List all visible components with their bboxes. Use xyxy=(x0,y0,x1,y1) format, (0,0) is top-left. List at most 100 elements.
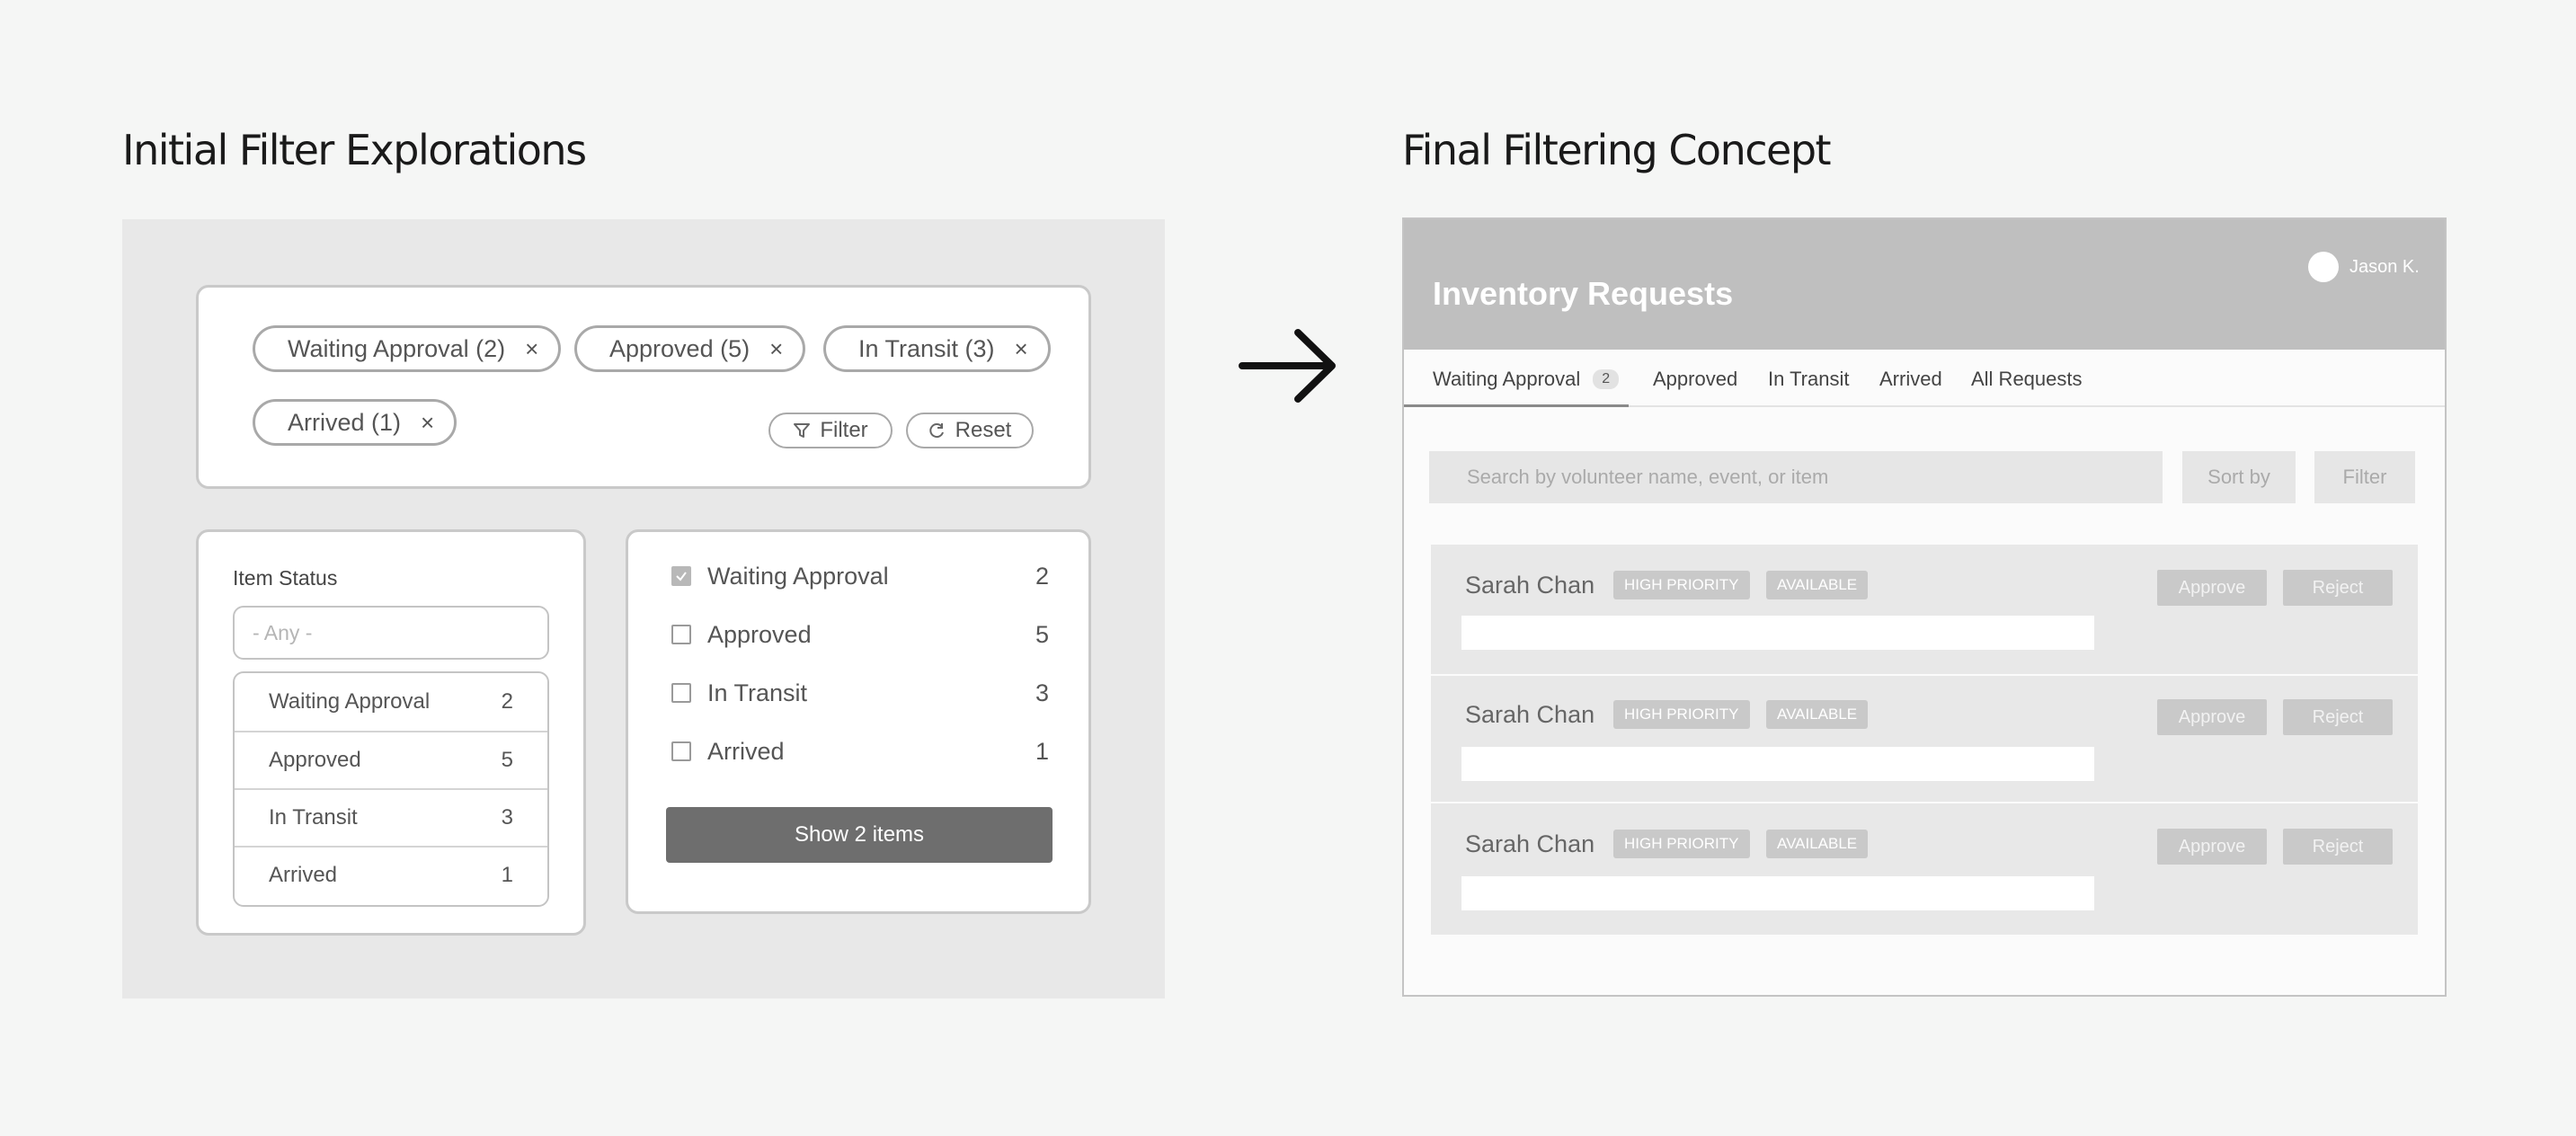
reset-icon xyxy=(928,423,944,439)
approve-button[interactable]: Approve xyxy=(2157,699,2267,735)
checkbox[interactable] xyxy=(671,683,691,703)
request-details-field xyxy=(1461,616,2094,650)
show-items-button[interactable]: Show 2 items xyxy=(666,807,1053,863)
checkbox-label: Arrived xyxy=(707,737,785,765)
checkbox-option[interactable]: Approved 5 xyxy=(671,617,1049,652)
checkbox-filter-card: Waiting Approval 2 Approved 5 In Transit… xyxy=(626,529,1091,914)
filter-button-label: Filter xyxy=(820,418,868,442)
reject-button[interactable]: Reject xyxy=(2283,829,2393,865)
tab-waiting-approval[interactable]: Waiting Approval 2 xyxy=(1433,368,1620,391)
reset-button[interactable]: Reset xyxy=(906,413,1034,448)
final-concept-panel: Inventory Requests Jason K. Waiting Appr… xyxy=(1402,217,2447,997)
requester-name: Sarah Chan xyxy=(1465,701,1595,728)
checkbox-option[interactable]: Arrived 1 xyxy=(671,733,1049,769)
request-row: Sarah Chan HIGH PRIORITY AVAILABLE Appro… xyxy=(1431,803,2418,935)
dropdown-option[interactable]: Arrived 1 xyxy=(235,846,547,903)
close-icon[interactable]: × xyxy=(421,409,434,437)
dropdown-option[interactable]: In Transit 3 xyxy=(235,788,547,846)
app-header: Inventory Requests Jason K. xyxy=(1404,219,2445,350)
chip-label: Waiting Approval (2) xyxy=(288,334,506,362)
select-placeholder: - Any - xyxy=(253,620,313,644)
search-input[interactable]: Search by volunteer name, event, or item xyxy=(1429,451,2163,503)
priority-tag: HIGH PRIORITY xyxy=(1613,700,1750,729)
checkbox-label: Approved xyxy=(707,620,812,648)
approve-button[interactable]: Approve xyxy=(2157,570,2267,606)
right-section-heading: Final Filtering Concept xyxy=(1402,126,1832,174)
priority-tag: HIGH PRIORITY xyxy=(1613,571,1750,599)
item-status-select[interactable]: - Any - xyxy=(233,606,549,660)
request-details-field xyxy=(1461,876,2094,910)
tab-label: Waiting Approval xyxy=(1433,368,1581,390)
checkbox-option[interactable]: In Transit 3 xyxy=(671,675,1049,711)
filter-explorations-panel: Waiting Approval (2) × Approved (5) × In… xyxy=(122,219,1165,998)
close-icon[interactable]: × xyxy=(769,335,783,363)
dropdown-option[interactable]: Waiting Approval 2 xyxy=(235,673,547,731)
checkbox-count: 2 xyxy=(1035,562,1049,590)
dropdown-option[interactable]: Approved 5 xyxy=(235,731,547,788)
filter-chip-in-transit[interactable]: In Transit (3) × xyxy=(823,325,1051,372)
reject-button[interactable]: Reject xyxy=(2283,570,2393,606)
checkbox-label: Waiting Approval xyxy=(707,562,889,590)
tab-label: All Requests xyxy=(1971,368,2083,390)
tab-divider xyxy=(1629,405,2445,407)
active-tab-indicator xyxy=(1404,404,1629,407)
request-row: Sarah Chan HIGH PRIORITY AVAILABLE Appro… xyxy=(1431,545,2418,674)
reject-button[interactable]: Reject xyxy=(2283,699,2393,735)
checkbox-count: 1 xyxy=(1035,737,1049,765)
sort-by-button[interactable]: Sort by xyxy=(2182,451,2296,503)
tab-approved[interactable]: Approved xyxy=(1653,368,1737,391)
avatar[interactable] xyxy=(2308,252,2339,282)
option-count: 1 xyxy=(501,863,513,887)
reset-button-label: Reset xyxy=(955,418,1012,442)
left-section-heading: Initial Filter Explorations xyxy=(122,126,587,174)
option-count: 5 xyxy=(501,748,513,772)
checkbox-label: In Transit xyxy=(707,679,808,706)
tab-arrived[interactable]: Arrived xyxy=(1879,368,1942,391)
availability-tag: AVAILABLE xyxy=(1766,571,1869,599)
priority-tag: HIGH PRIORITY xyxy=(1613,830,1750,858)
filter-button[interactable]: Filter xyxy=(2314,451,2415,503)
availability-tag: AVAILABLE xyxy=(1766,830,1869,858)
filter-chip-arrived[interactable]: Arrived (1) × xyxy=(253,399,457,446)
filter-chip-approved[interactable]: Approved (5) × xyxy=(574,325,806,372)
availability-tag: AVAILABLE xyxy=(1766,700,1869,729)
request-row: Sarah Chan HIGH PRIORITY AVAILABLE Appro… xyxy=(1431,676,2418,802)
checkbox-count: 3 xyxy=(1035,679,1049,706)
tab-label: In Transit xyxy=(1768,368,1850,390)
checkbox-checked[interactable] xyxy=(671,566,691,586)
request-details-field xyxy=(1461,747,2094,781)
funnel-icon xyxy=(794,423,811,438)
dropdown-options-list: Waiting Approval 2 Approved 5 In Transit… xyxy=(233,671,549,907)
option-label: Waiting Approval xyxy=(269,689,431,714)
option-label: Approved xyxy=(269,748,361,772)
active-filters-card: Waiting Approval (2) × Approved (5) × In… xyxy=(196,285,1091,489)
tab-count-badge: 2 xyxy=(1593,369,1620,389)
option-count: 2 xyxy=(501,689,513,714)
requester-name: Sarah Chan xyxy=(1465,830,1595,857)
page-title: Inventory Requests xyxy=(1433,275,1734,312)
item-status-dropdown-card: Item Status - Any - Waiting Approval 2 A… xyxy=(196,529,586,936)
close-icon[interactable]: × xyxy=(1015,335,1028,363)
chip-label: Arrived (1) xyxy=(288,408,402,436)
chip-label: In Transit (3) xyxy=(858,334,995,362)
option-label: Arrived xyxy=(269,863,338,887)
arrow-right-icon xyxy=(1239,329,1336,403)
tab-in-transit[interactable]: In Transit xyxy=(1768,368,1849,391)
requester-name: Sarah Chan xyxy=(1465,572,1595,599)
search-placeholder: Search by volunteer name, event, or item xyxy=(1467,466,1829,488)
option-count: 3 xyxy=(501,805,513,830)
tab-label: Approved xyxy=(1653,368,1738,390)
checkbox-option[interactable]: Waiting Approval 2 xyxy=(671,558,1049,594)
checkbox[interactable] xyxy=(671,741,691,761)
chip-label: Approved (5) xyxy=(609,334,751,362)
tab-all-requests[interactable]: All Requests xyxy=(1971,368,2083,391)
tab-label: Arrived xyxy=(1879,368,1942,390)
checkbox-count: 5 xyxy=(1035,620,1049,648)
user-name[interactable]: Jason K. xyxy=(2349,257,2420,278)
checkbox[interactable] xyxy=(671,625,691,644)
close-icon[interactable]: × xyxy=(525,335,538,363)
filter-button[interactable]: Filter xyxy=(768,413,893,448)
approve-button[interactable]: Approve xyxy=(2157,829,2267,865)
item-status-label: Item Status xyxy=(233,566,338,590)
filter-chip-waiting-approval[interactable]: Waiting Approval (2) × xyxy=(253,325,562,372)
